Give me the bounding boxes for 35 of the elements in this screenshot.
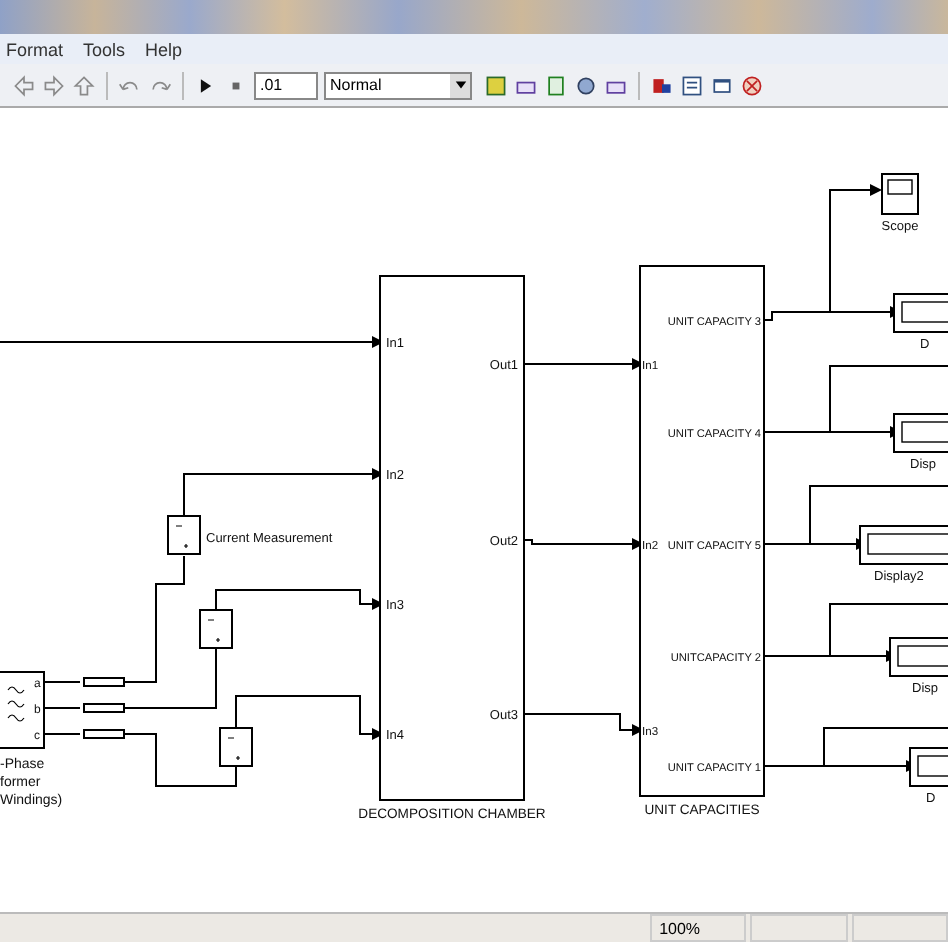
status-panel: [750, 914, 848, 942]
stop-time-field[interactable]: .01: [254, 71, 318, 99]
simulation-mode-dropdown[interactable]: Normal: [324, 71, 472, 99]
current-measurement-block[interactable]: [167, 515, 201, 555]
resistor-block[interactable]: [83, 703, 125, 713]
forward-arrow-icon[interactable]: [42, 73, 66, 97]
resistor-block[interactable]: [83, 729, 125, 739]
signal-line: [43, 681, 81, 683]
caret-icon: [453, 78, 467, 92]
unit-capacities-block[interactable]: [639, 265, 765, 797]
back-arrow-icon[interactable]: [12, 73, 36, 97]
up-arrow-icon[interactable]: [72, 73, 96, 97]
resistor-block[interactable]: [83, 677, 125, 687]
display-block[interactable]: [859, 525, 948, 565]
menu-item[interactable]: Format: [6, 39, 64, 59]
decomposition-chamber-block[interactable]: [379, 275, 525, 801]
scope-block[interactable]: [881, 173, 919, 215]
transformer-block[interactable]: [0, 671, 45, 749]
display-block[interactable]: [909, 747, 948, 787]
menu-item[interactable]: Help: [145, 39, 183, 59]
library-icon[interactable]: [650, 73, 674, 97]
display-block[interactable]: [889, 637, 948, 677]
display-block[interactable]: [893, 293, 948, 333]
current-measurement-block[interactable]: [199, 609, 233, 649]
signal-line: [523, 713, 644, 736]
status-panel: [851, 914, 948, 942]
display-block[interactable]: [893, 413, 948, 453]
menu-item[interactable]: Tools: [83, 39, 126, 59]
window-icon[interactable]: [710, 73, 734, 97]
signal-line: [43, 707, 81, 709]
signal-line: [43, 733, 81, 735]
signal-line: [523, 538, 644, 550]
signal-line: [523, 358, 644, 370]
zoom-level: 100%: [649, 914, 747, 942]
current-measurement-block[interactable]: [219, 727, 253, 767]
